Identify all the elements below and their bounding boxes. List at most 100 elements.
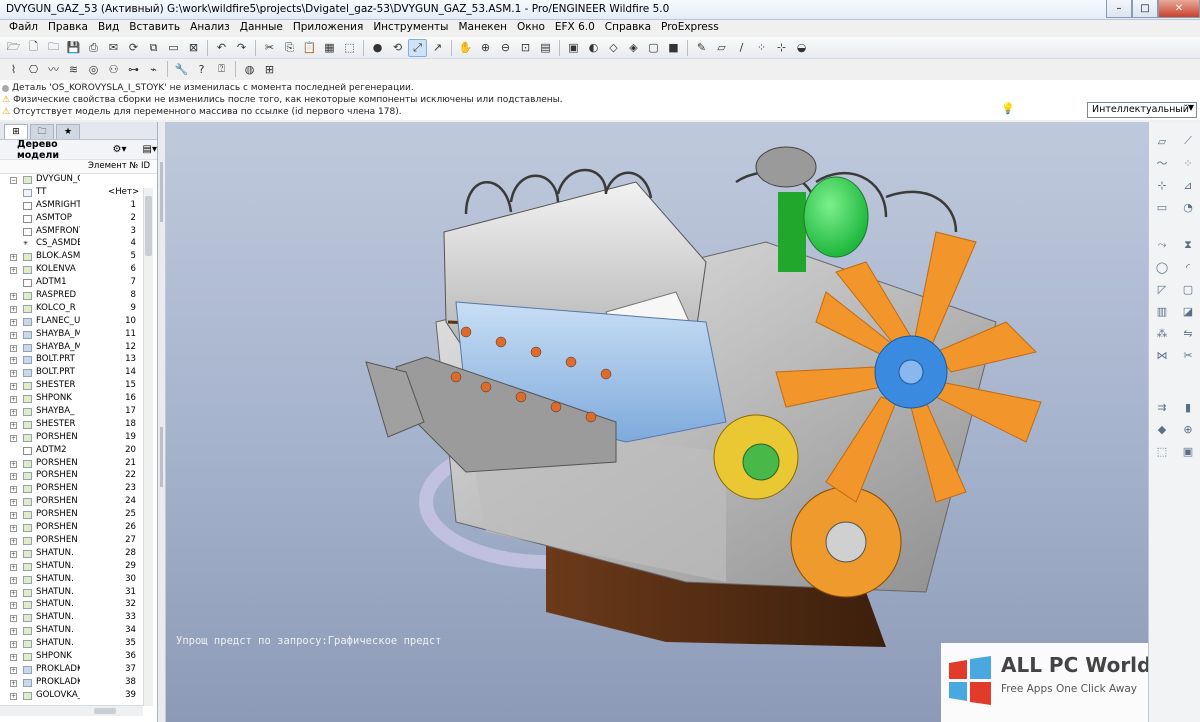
tree-row[interactable]: + SHAYBA_M 11 (0, 329, 157, 342)
column-element[interactable]: Элемент № (88, 161, 138, 171)
tree-row[interactable]: + SHATUN. 31 (0, 587, 157, 600)
expand-icon[interactable]: + (10, 589, 17, 597)
menu-item-12[interactable]: ProExpress (656, 20, 724, 36)
menu-item-6[interactable]: Приложения (288, 20, 368, 36)
point-display-icon[interactable]: ⁘ (752, 39, 771, 57)
help-icon[interactable]: ⍰ (212, 60, 231, 78)
tree-row[interactable]: + SHESTER 18 (0, 419, 157, 432)
expand-icon[interactable]: + (10, 499, 17, 507)
tree-row[interactable]: + FLANEC_U 10 (0, 316, 157, 329)
tab-model-tree[interactable]: ⊞ (4, 124, 28, 139)
spool-icon[interactable]: ◎ (84, 60, 103, 78)
extrude-icon[interactable]: ▭ (1153, 198, 1171, 216)
email-icon[interactable]: ✉ (104, 39, 123, 57)
folder-icon[interactable]: 🗁 (4, 39, 23, 57)
shell-icon[interactable]: ▢ (1179, 280, 1197, 298)
new-file-icon[interactable]: 🗋 (24, 39, 43, 57)
draft-icon[interactable]: ◪ (1179, 302, 1197, 320)
pan-icon[interactable]: ✋ (456, 39, 475, 57)
save-icon[interactable]: 💾 (64, 39, 83, 57)
network-icon[interactable]: ⊶ (124, 60, 143, 78)
thicken-icon[interactable]: ▮ (1179, 398, 1197, 416)
tree-row[interactable]: ASMRIGHT 1 (0, 200, 157, 213)
tab-folder-browser[interactable]: 🗀 (30, 124, 54, 139)
create-component-icon[interactable]: ⬚ (1153, 442, 1171, 460)
orient-icon[interactable]: ⤢ (408, 38, 427, 57)
tree-row[interactable]: ✳ CS_ASMDE 4 (0, 238, 157, 251)
assemble-icon[interactable]: ⊕ (1179, 420, 1197, 438)
expand-icon[interactable]: + (10, 473, 17, 481)
menu-item-10[interactable]: EFX 6.0 (550, 20, 600, 36)
expand-icon[interactable]: + (10, 421, 17, 429)
expand-icon[interactable]: + (10, 666, 17, 674)
csys-display-icon[interactable]: ⊹ (772, 39, 791, 57)
panel-splitter[interactable] (158, 122, 166, 722)
copy-icon[interactable]: ⧉ (144, 39, 163, 57)
close-button[interactable]: ✕ (1158, 0, 1200, 18)
graphics-viewport[interactable]: Упрощ предст по запросу:Графическое пред… (166, 122, 1148, 722)
engine-model[interactable]: Упрощ предст по запросу:Графическое пред… (166, 122, 1148, 722)
scroll-thumb[interactable] (145, 196, 152, 256)
shading-icon[interactable]: ◐ (584, 39, 603, 57)
cable-icon[interactable]: 〰 (44, 60, 63, 78)
expand-icon[interactable]: + (10, 460, 17, 468)
regenerate-icon[interactable]: ⟳ (124, 39, 143, 57)
expand-icon[interactable]: + (10, 615, 17, 623)
tree-vertical-scrollbar[interactable] (143, 188, 153, 706)
expand-icon[interactable]: + (10, 331, 17, 339)
tree-row[interactable]: + SHAYBA_M 12 (0, 342, 157, 355)
globe-icon[interactable]: ◍ (240, 60, 259, 78)
package-icon[interactable]: ▣ (1179, 442, 1197, 460)
selection-filter-dropdown[interactable]: Интеллектуальный ▼ (1087, 102, 1197, 118)
sweep-icon[interactable]: ⤳ (1153, 236, 1171, 254)
expand-icon[interactable]: + (10, 563, 17, 571)
expand-icon[interactable]: + (10, 396, 17, 404)
maximize-button[interactable]: □ (1132, 0, 1158, 18)
tree-row[interactable]: ASMFRONT 3 (0, 226, 157, 239)
revolve-icon[interactable]: ◔ (1179, 198, 1197, 216)
datum-plane-icon[interactable]: ▱ (1153, 132, 1171, 150)
tree-row[interactable]: + SHPONK 36 (0, 651, 157, 664)
tree-row[interactable]: + PORSHEN 26 (0, 522, 157, 535)
paste-special-icon[interactable]: ▦ (320, 39, 339, 57)
tree-row[interactable]: + PORSHEN 22 (0, 470, 157, 483)
tree-row[interactable]: ADTM1 7 (0, 277, 157, 290)
tree-horizontal-scrollbar[interactable] (0, 705, 143, 716)
view-manager-icon[interactable]: ▣ (564, 39, 583, 57)
tree-row[interactable]: + SHATUN. 28 (0, 548, 157, 561)
expand-icon[interactable]: + (10, 602, 17, 610)
oil-filler-tube[interactable] (778, 192, 806, 272)
expand-icon[interactable]: + (10, 692, 17, 700)
wrench-icon[interactable]: 🔧 (172, 60, 191, 78)
menu-item-9[interactable]: Окно (512, 20, 550, 36)
menu-item-4[interactable]: Анализ (185, 20, 235, 36)
zoom-out-icon[interactable]: ⊖ (496, 39, 515, 57)
datum-point-icon[interactable]: ⁘ (1179, 154, 1197, 172)
connector-icon[interactable]: ⚇ (104, 60, 123, 78)
axis-display-icon[interactable]: / (732, 39, 751, 57)
tree-row[interactable]: ASMTOP 2 (0, 213, 157, 226)
air-filter-cap[interactable] (755, 146, 817, 188)
expand-icon[interactable]: + (10, 318, 17, 326)
tree-row[interactable]: + SHATUN. 29 (0, 561, 157, 574)
splitter-grip[interactable] (160, 427, 163, 487)
pattern-icon[interactable]: ⁂ (1153, 324, 1171, 342)
menu-item-0[interactable]: Файл (4, 20, 43, 36)
routing-icon[interactable]: ⎔ (24, 60, 43, 78)
tree-row[interactable]: + SHATUN. 34 (0, 625, 157, 638)
shaded-icon[interactable]: ■ (664, 39, 683, 57)
sketch-curve-icon[interactable]: 〜 (1153, 154, 1171, 172)
hole-icon[interactable]: ◯ (1153, 258, 1171, 276)
tree-row[interactable]: + SHAYBA_ 17 (0, 406, 157, 419)
tree-row[interactable]: ADTM2 20 (0, 445, 157, 458)
blend-icon[interactable]: ⧗ (1179, 236, 1197, 254)
offset-icon[interactable]: ⇉ (1153, 398, 1171, 416)
scroll-thumb[interactable] (94, 708, 116, 714)
settings-icon[interactable]: ⚙▾ (113, 144, 127, 155)
tree-row[interactable]: + PORSHEN 19 (0, 432, 157, 445)
expand-icon[interactable]: + (10, 267, 17, 275)
paste-icon[interactable]: 📋 (300, 39, 319, 57)
expand-icon[interactable]: + (10, 576, 17, 584)
wire-icon[interactable]: ⌁ (144, 60, 163, 78)
expand-icon[interactable]: + (10, 525, 17, 533)
